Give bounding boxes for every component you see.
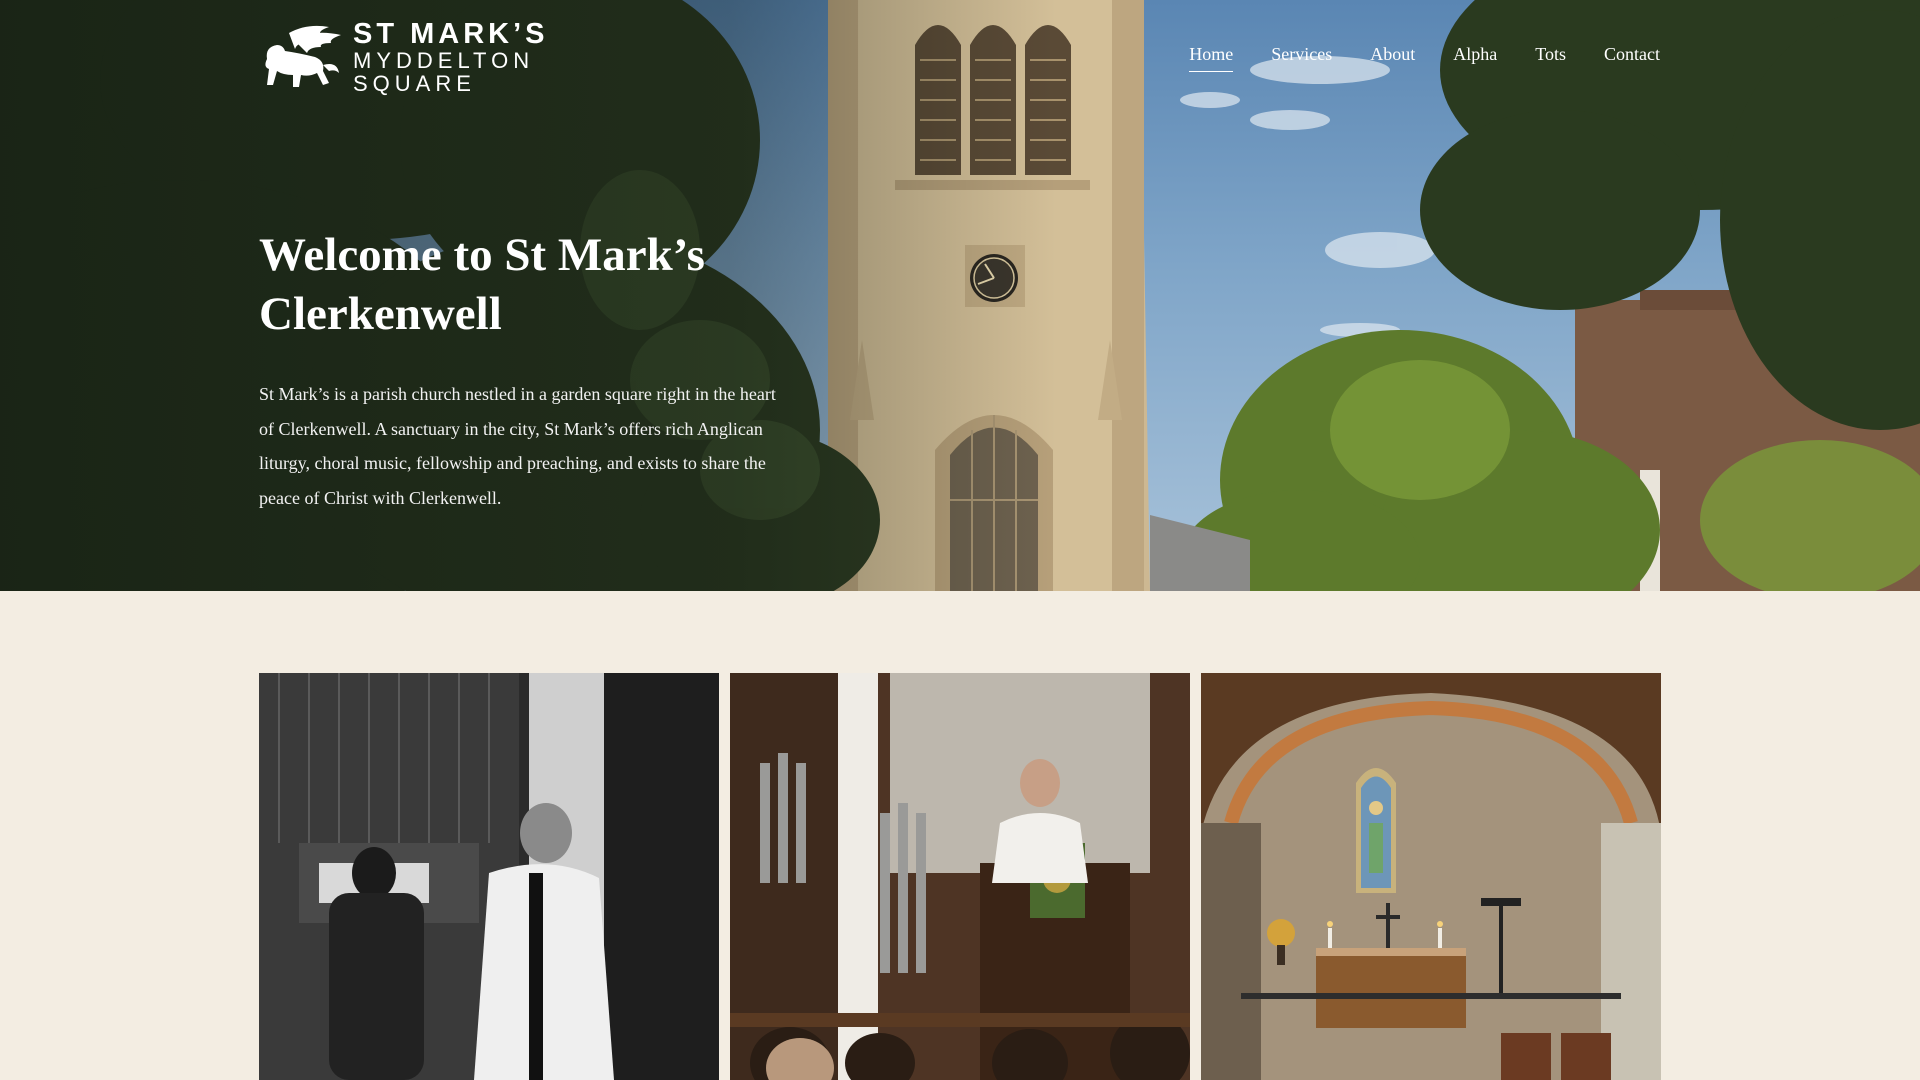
side-chapel-altar-image bbox=[1201, 673, 1661, 1080]
hero-intro-text: St Mark’s is a parish church nestled in … bbox=[259, 384, 776, 508]
nav-link-home[interactable]: Home bbox=[1189, 44, 1234, 72]
hero-title-line-1: Welcome to St Mark’s bbox=[259, 229, 705, 281]
organist-and-clergy-image bbox=[259, 673, 719, 1080]
hero-title: Welcome to St Mark’s Clerkenwell bbox=[259, 226, 819, 344]
nav-link-about[interactable]: About bbox=[1370, 44, 1415, 72]
logo-text-line-3: SQUARE bbox=[353, 71, 476, 96]
nav-link-contact[interactable]: Contact bbox=[1604, 44, 1660, 72]
pulpit-preaching-photo[interactable] bbox=[730, 673, 1190, 1080]
site-logo[interactable]: ST MARK’S MYDDELTON SQUARE bbox=[259, 20, 549, 95]
nav-link-alpha[interactable]: Alpha bbox=[1453, 44, 1497, 72]
winged-lion-icon bbox=[265, 25, 341, 87]
organist-and-clergy-photo[interactable] bbox=[259, 673, 719, 1080]
logo-text-line-1: ST MARK’S bbox=[353, 18, 549, 50]
side-chapel-altar-photo[interactable] bbox=[1201, 673, 1661, 1080]
main-navigation: Home Services About Alpha Tots Contact bbox=[1189, 44, 1660, 72]
nav-link-services[interactable]: Services bbox=[1271, 44, 1332, 72]
hero-title-line-2: Clerkenwell bbox=[259, 288, 502, 340]
pulpit-preaching-image bbox=[730, 673, 1190, 1080]
logo-text-line-2: MYDDELTON bbox=[353, 48, 535, 73]
nav-link-tots[interactable]: Tots bbox=[1535, 44, 1566, 72]
